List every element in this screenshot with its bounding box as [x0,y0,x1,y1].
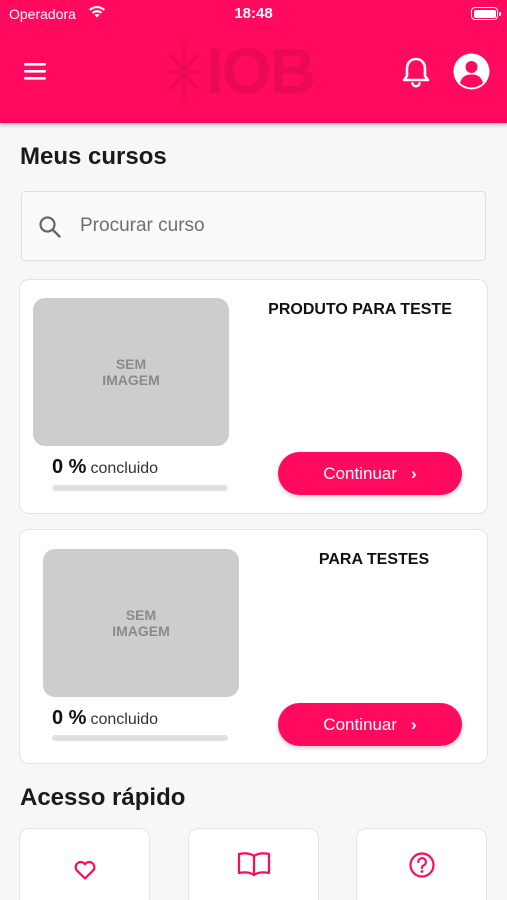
progress-bar [52,485,228,491]
my-courses-title: Meus cursos [20,143,167,170]
thumb-placeholder-line1: SEM [115,356,147,372]
progress-text: 0 % concluido [52,707,158,730]
logo-text: IOB [206,35,316,107]
progress-bar [52,735,228,741]
continue-label: Continuar [323,714,398,734]
thumb-placeholder-line1: SEM [125,607,157,623]
quick-access-help[interactable] [356,828,487,900]
status-bar: Operadora 18:48 [0,0,507,28]
course-card[interactable]: SEM IMAGEM PRODUTO PARA TESTE 0 % concluid… [19,279,488,514]
search-input[interactable] [80,211,470,241]
continue-button[interactable]: Continuar › [278,452,462,495]
course-card[interactable]: SEM IMAGEM PARA TESTES 0 % concluido Conti… [19,529,488,764]
course-title: PARA TESTES [318,551,430,568]
thumb-placeholder-line2: IMAGEM [112,623,170,639]
app-header: Operadora 18:48 IOB [0,0,507,123]
hamburger-menu-button[interactable] [22,60,48,82]
chevron-right-icon: › [411,714,417,734]
course-thumbnail: SEM IMAGEM [43,549,239,697]
progress-text: 0 % concluido [52,456,158,479]
chevron-right-icon: › [411,463,417,483]
app-logo: IOB [162,35,342,108]
progress-label: concluido [90,711,159,728]
clock: 18:48 [234,5,273,22]
continue-button[interactable]: Continuar › [278,703,462,746]
quick-access-favorites[interactable] [19,828,150,900]
help-icon [408,852,435,878]
user-profile-icon[interactable] [453,53,490,90]
course-thumbnail: SEM IMAGEM [33,298,229,446]
continue-label: Continuar [323,463,398,483]
search-box[interactable] [21,191,486,261]
heart-icon [74,860,95,880]
asterisk-logo-mark [166,44,202,100]
book-icon [237,852,270,877]
progress-label: concluido [90,460,159,477]
progress-percent: 0 % [52,456,87,478]
battery-icon [471,7,501,20]
quick-access-title: Acesso rápido [20,784,186,811]
progress-percent: 0 % [52,707,87,729]
thumb-placeholder-line2: IMAGEM [102,372,160,388]
quick-access-materials[interactable] [188,828,319,900]
course-title: PRODUTO PARA TESTE [268,301,452,318]
search-icon [39,216,61,238]
bell-icon[interactable] [400,55,432,89]
